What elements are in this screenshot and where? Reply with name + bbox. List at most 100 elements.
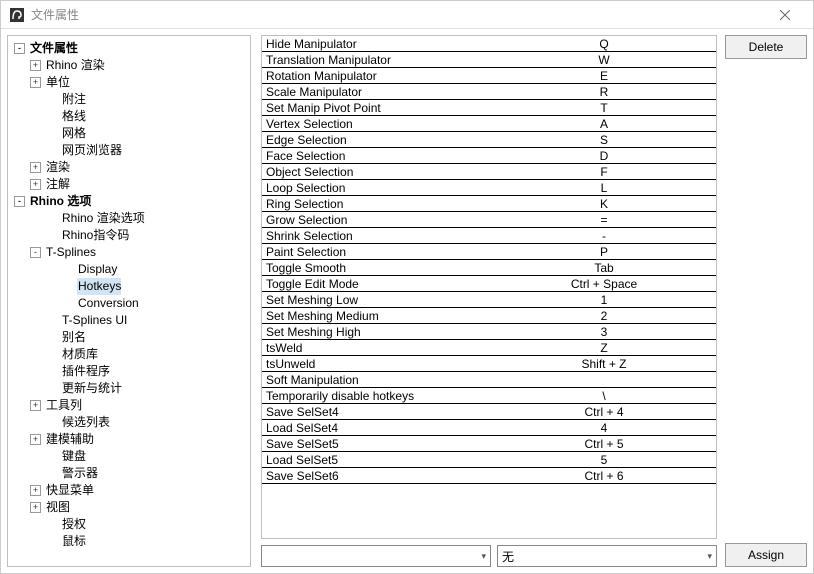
tree-item[interactable]: 附注 [8, 91, 250, 108]
expand-icon[interactable]: + [30, 60, 41, 71]
hotkey-row[interactable]: Set Meshing High3 [262, 324, 716, 340]
hotkey-key-value: K [492, 196, 716, 212]
tree-item[interactable]: -文件属性 [8, 40, 250, 57]
tree-item-label: 视图 [45, 499, 70, 516]
tree-item[interactable]: Rhino 渲染选项 [8, 210, 250, 227]
tree-item[interactable]: 网格 [8, 125, 250, 142]
chevron-down-icon: ▾ [707, 551, 712, 562]
expand-icon[interactable]: + [30, 434, 41, 445]
hotkey-list[interactable]: Hide ManipulatorQTranslation Manipulator… [261, 35, 717, 539]
expand-icon[interactable]: + [30, 502, 41, 513]
tree-item[interactable]: 键盘 [8, 448, 250, 465]
hotkey-command-label: Loop Selection [262, 180, 492, 196]
hotkey-row[interactable]: Save SelSet5Ctrl + 5 [262, 436, 716, 452]
hotkey-row[interactable]: Load SelSet44 [262, 420, 716, 436]
chevron-down-icon: ▾ [481, 551, 486, 562]
collapse-icon[interactable]: - [14, 196, 25, 207]
tree-item[interactable]: T-Splines UI [8, 312, 250, 329]
hotkey-command-label: Edge Selection [262, 132, 492, 148]
tree-item-label: 更新与统计 [61, 380, 122, 397]
expand-icon[interactable]: + [30, 77, 41, 88]
tree-item[interactable]: 材质库 [8, 346, 250, 363]
tree-item[interactable]: 网页浏览器 [8, 142, 250, 159]
tree-item[interactable]: 授权 [8, 516, 250, 533]
hotkey-row[interactable]: Paint SelectionP [262, 244, 716, 260]
hotkey-key-value: D [492, 148, 716, 164]
tree-item-label: 键盘 [61, 448, 86, 465]
hotkey-key-value: Z [492, 340, 716, 356]
hotkey-row[interactable]: Loop SelectionL [262, 180, 716, 196]
tree-item[interactable]: +注解 [8, 176, 250, 193]
hotkey-row[interactable]: Set Meshing Low1 [262, 292, 716, 308]
hotkey-row[interactable]: tsUnweldShift + Z [262, 356, 716, 372]
hotkey-key-value: 4 [492, 420, 716, 436]
tree-item[interactable]: +渲染 [8, 159, 250, 176]
hotkey-row[interactable]: tsWeldZ [262, 340, 716, 356]
hotkey-row[interactable]: Soft Manipulation [262, 372, 716, 388]
tree-item[interactable]: 插件程序 [8, 363, 250, 380]
hotkey-command-label: Scale Manipulator [262, 84, 492, 100]
tree-item[interactable]: +快显菜单 [8, 482, 250, 499]
hotkey-row[interactable]: Grow Selection= [262, 212, 716, 228]
tree-item[interactable]: Hotkeys [8, 278, 250, 295]
tree-item[interactable]: Conversion [8, 295, 250, 312]
tree-item-label: 网格 [61, 125, 86, 142]
expand-icon[interactable]: + [30, 162, 41, 173]
hotkey-row[interactable]: Vertex SelectionA [262, 116, 716, 132]
tree-item[interactable]: 鼠标 [8, 533, 250, 550]
tree-item[interactable]: Display [8, 261, 250, 278]
hotkey-row[interactable]: Toggle SmoothTab [262, 260, 716, 276]
hotkey-row[interactable]: Save SelSet6Ctrl + 6 [262, 468, 716, 484]
close-button[interactable] [765, 2, 805, 28]
hotkey-key-value: 1 [492, 292, 716, 308]
hotkey-row[interactable]: Edge SelectionS [262, 132, 716, 148]
nav-tree[interactable]: -文件属性+Rhino 渲染+单位附注格线网格网页浏览器+渲染+注解-Rhino… [7, 35, 251, 567]
hotkey-row[interactable]: Temporarily disable hotkeys\ [262, 388, 716, 404]
tree-item[interactable]: 警示器 [8, 465, 250, 482]
tree-item[interactable]: +Rhino 渲染 [8, 57, 250, 74]
hotkey-row[interactable]: Shrink Selection- [262, 228, 716, 244]
hotkey-key-value: T [492, 100, 716, 116]
hotkey-command-label: Save SelSet6 [262, 468, 492, 484]
hotkey-row[interactable]: Load SelSet55 [262, 452, 716, 468]
tree-item-label: 附注 [61, 91, 86, 108]
dialog-body: -文件属性+Rhino 渲染+单位附注格线网格网页浏览器+渲染+注解-Rhino… [1, 29, 813, 573]
hotkey-row[interactable]: Rotation ManipulatorE [262, 68, 716, 84]
collapse-icon[interactable]: - [30, 247, 41, 258]
tree-item[interactable]: 格线 [8, 108, 250, 125]
hotkey-command-label: Vertex Selection [262, 116, 492, 132]
hotkey-key-value: \ [492, 388, 716, 404]
hotkey-row[interactable]: Hide ManipulatorQ [262, 36, 716, 52]
tree-item[interactable]: 更新与统计 [8, 380, 250, 397]
tree-item[interactable]: +工具列 [8, 397, 250, 414]
delete-button[interactable]: Delete [725, 35, 807, 59]
hotkey-row[interactable]: Object SelectionF [262, 164, 716, 180]
tree-item[interactable]: +单位 [8, 74, 250, 91]
tree-item[interactable]: + 视图 [8, 499, 250, 516]
hotkey-command-label: Hide Manipulator [262, 36, 492, 52]
hotkey-command-label: Face Selection [262, 148, 492, 164]
tree-item-label: Conversion [77, 295, 139, 312]
assign-button[interactable]: Assign [725, 543, 807, 567]
hotkey-command-label: Soft Manipulation [262, 372, 492, 388]
collapse-icon[interactable]: - [14, 43, 25, 54]
expand-icon[interactable]: + [30, 485, 41, 496]
expand-icon[interactable]: + [30, 400, 41, 411]
hotkey-row[interactable]: Save SelSet4Ctrl + 4 [262, 404, 716, 420]
hotkey-row[interactable]: Face SelectionD [262, 148, 716, 164]
tree-item[interactable]: +建模辅助 [8, 431, 250, 448]
hotkey-row[interactable]: Toggle Edit ModeCtrl + Space [262, 276, 716, 292]
hotkey-row[interactable]: Set Manip Pivot PointT [262, 100, 716, 116]
tree-item[interactable]: -T-Splines [8, 244, 250, 261]
hotkey-row[interactable]: Translation ManipulatorW [262, 52, 716, 68]
key-combo[interactable]: 无 ▾ [497, 545, 717, 567]
command-combo[interactable]: ▾ [261, 545, 491, 567]
expand-icon[interactable]: + [30, 179, 41, 190]
tree-item[interactable]: 别名 [8, 329, 250, 346]
hotkey-row[interactable]: Ring SelectionK [262, 196, 716, 212]
tree-item[interactable]: 候选列表 [8, 414, 250, 431]
hotkey-row[interactable]: Scale ManipulatorR [262, 84, 716, 100]
tree-item[interactable]: Rhino指令码 [8, 227, 250, 244]
hotkey-row[interactable]: Set Meshing Medium2 [262, 308, 716, 324]
tree-item[interactable]: -Rhino 选项 [8, 193, 250, 210]
